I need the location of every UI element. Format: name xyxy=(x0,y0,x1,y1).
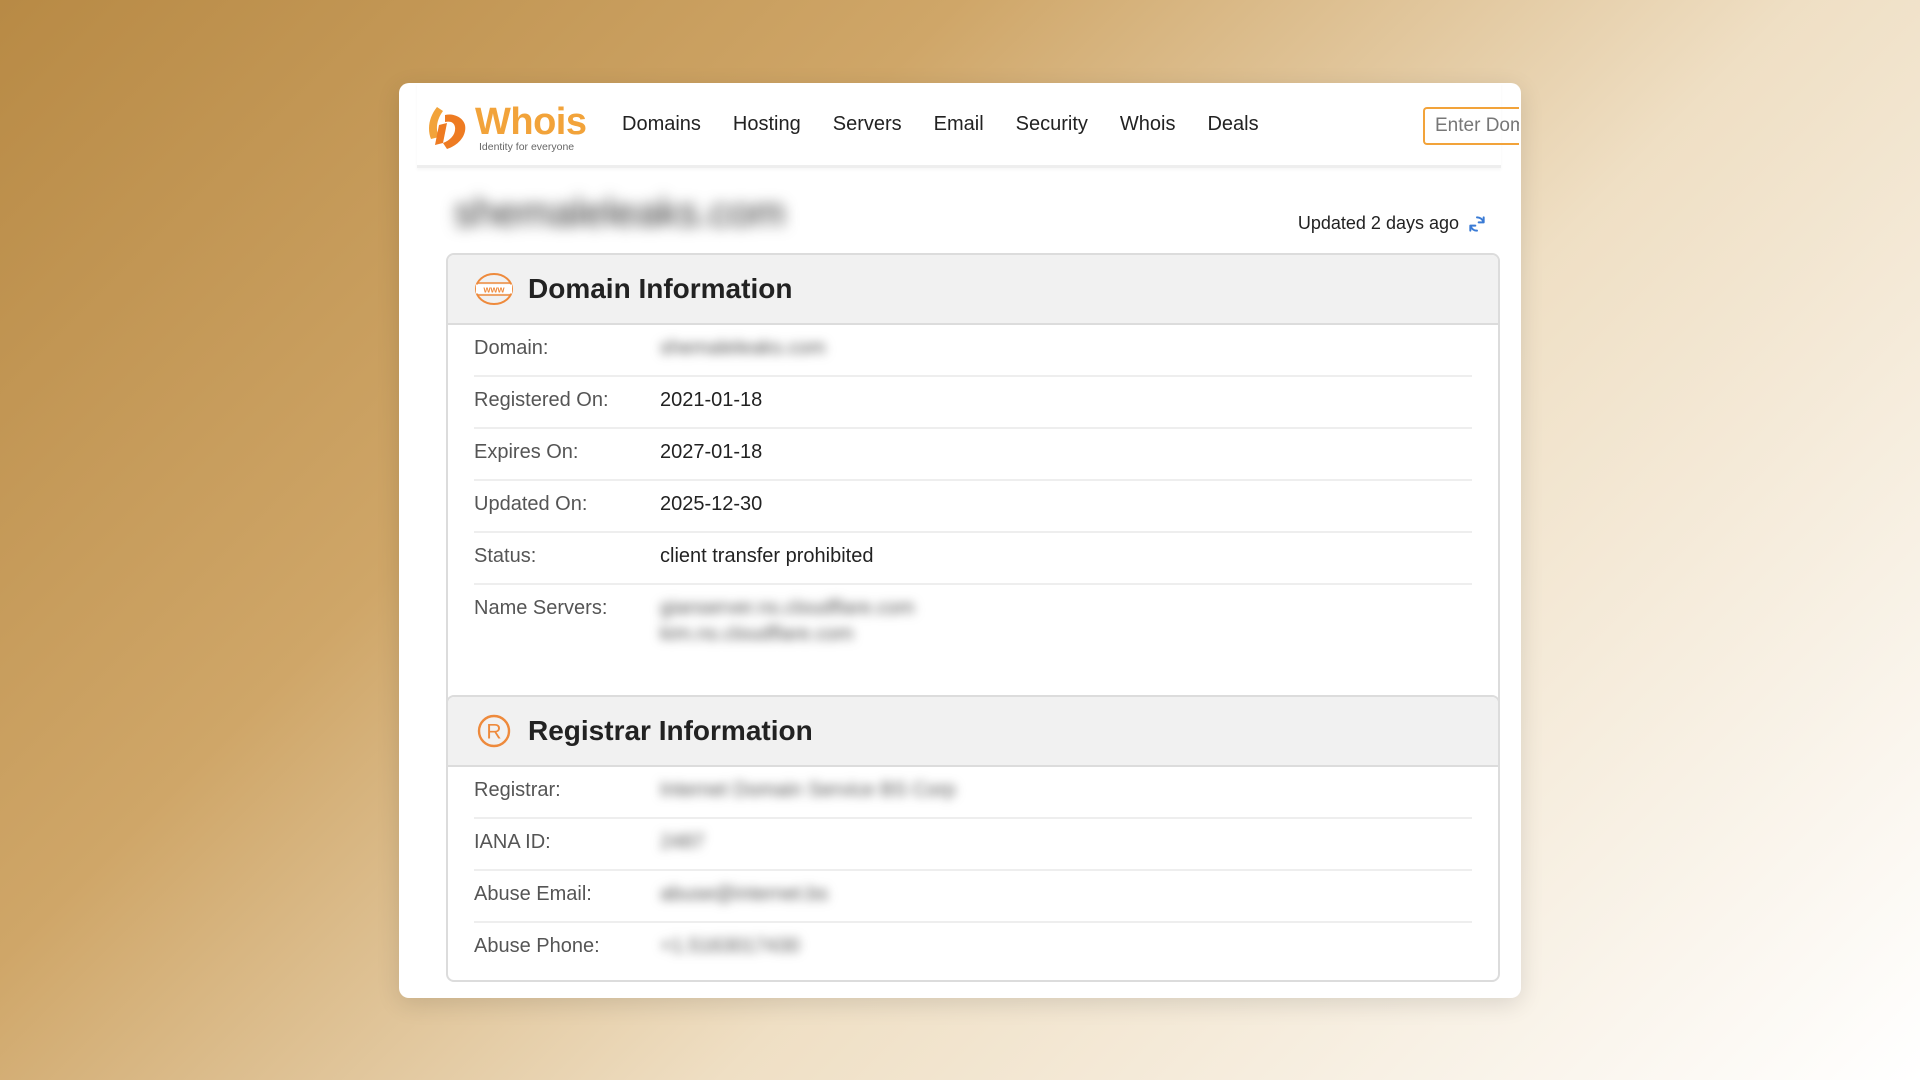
table-row: Expires On: 2027-01-18 xyxy=(474,429,1472,481)
logo-tagline: Identity for everyone xyxy=(479,141,575,153)
table-row: Status: client transfer prohibited xyxy=(474,533,1472,585)
table-row: Abuse Email: abuse@internet.bs xyxy=(474,871,1472,923)
nav-item-security[interactable]: Security xyxy=(1016,113,1088,136)
row-label: Domain: xyxy=(474,337,549,359)
nav-item-whois[interactable]: Whois xyxy=(1120,113,1176,136)
nav-item-deals[interactable]: Deals xyxy=(1207,113,1258,136)
registrar-information-header: R Registrar Information xyxy=(448,697,1498,767)
logo-wordmark: Whois xyxy=(475,101,587,143)
domain-search-box xyxy=(1423,107,1519,145)
svg-text:www: www xyxy=(482,285,505,295)
domain-information-title: Domain Information xyxy=(528,273,793,304)
table-row: Registrar: Internet Domain Service BS Co… xyxy=(474,767,1472,819)
registered-trademark-icon: R xyxy=(474,711,514,751)
row-value: client transfer prohibited xyxy=(660,545,874,567)
domain-information-header: www Domain Information xyxy=(448,255,1498,325)
table-row: Updated On: 2025-12-30 xyxy=(474,481,1472,533)
www-globe-icon: www xyxy=(474,269,514,309)
svg-text:R: R xyxy=(486,721,501,744)
main-nav: Domains Hosting Servers Email Security W… xyxy=(622,83,1291,165)
row-value: abuse@internet.bs xyxy=(660,883,829,905)
row-label: Status: xyxy=(474,545,537,567)
nav-item-email[interactable]: Email xyxy=(934,113,984,136)
registrar-information-title: Registrar Information xyxy=(528,715,813,746)
table-row: Abuse Phone: +1.5163017430 xyxy=(474,923,1472,975)
table-row: IANA ID: 2487 xyxy=(474,819,1472,871)
logo-mark-icon xyxy=(429,107,466,149)
nav-item-domains[interactable]: Domains xyxy=(622,113,701,136)
row-value: 2027-01-18 xyxy=(660,441,763,463)
registrar-information-rows: Registrar: Internet Domain Service BS Co… xyxy=(448,767,1498,975)
row-value: 2487 xyxy=(660,831,705,853)
domain-search-input[interactable] xyxy=(1425,109,1519,143)
row-label: Updated On: xyxy=(474,493,588,515)
row-value: +1.5163017430 xyxy=(660,935,800,957)
table-row: Domain: shemaleleaks.com xyxy=(474,325,1472,377)
name-server-2: kim.ns.cloudflare.com xyxy=(660,623,854,645)
row-value: gianserver.ns.cloudflare.com kim.ns.clou… xyxy=(660,597,915,649)
row-label: Registrar: xyxy=(474,779,561,801)
domain-title: shemaleleaks.com xyxy=(454,191,786,235)
row-label: Abuse Phone: xyxy=(474,935,600,957)
row-value: shemaleleaks.com xyxy=(660,337,826,359)
row-value: 2021-01-18 xyxy=(660,389,763,411)
nav-item-hosting[interactable]: Hosting xyxy=(733,113,801,136)
whois-card: Whois Identity for everyone Domains Host… xyxy=(399,83,1521,998)
refresh-icon[interactable] xyxy=(1467,214,1487,234)
site-logo[interactable]: Whois Identity for everyone xyxy=(423,101,593,153)
site-header: Whois Identity for everyone Domains Host… xyxy=(417,83,1519,168)
row-value: Internet Domain Service BS Corp xyxy=(660,779,956,801)
registrar-information-panel: R Registrar Information Registrar: Inter… xyxy=(446,695,1500,982)
row-label: Expires On: xyxy=(474,441,579,463)
domain-information-panel: www Domain Information Domain: shemalele… xyxy=(446,253,1500,756)
row-label: Name Servers: xyxy=(474,597,608,619)
nav-item-servers[interactable]: Servers xyxy=(833,113,902,136)
name-server-1: gianserver.ns.cloudflare.com xyxy=(660,597,915,619)
table-row: Name Servers: gianserver.ns.cloudflare.c… xyxy=(474,585,1472,665)
table-row: Registered On: 2021-01-18 xyxy=(474,377,1472,429)
row-label: Abuse Email: xyxy=(474,883,592,905)
row-label: IANA ID: xyxy=(474,831,551,853)
updated-status: Updated 2 days ago xyxy=(1298,213,1487,234)
domain-information-rows: Domain: shemaleleaks.com Registered On: … xyxy=(448,325,1498,665)
updated-text: Updated 2 days ago xyxy=(1297,213,1459,233)
row-value: 2025-12-30 xyxy=(660,493,763,515)
row-label: Registered On: xyxy=(474,389,609,411)
